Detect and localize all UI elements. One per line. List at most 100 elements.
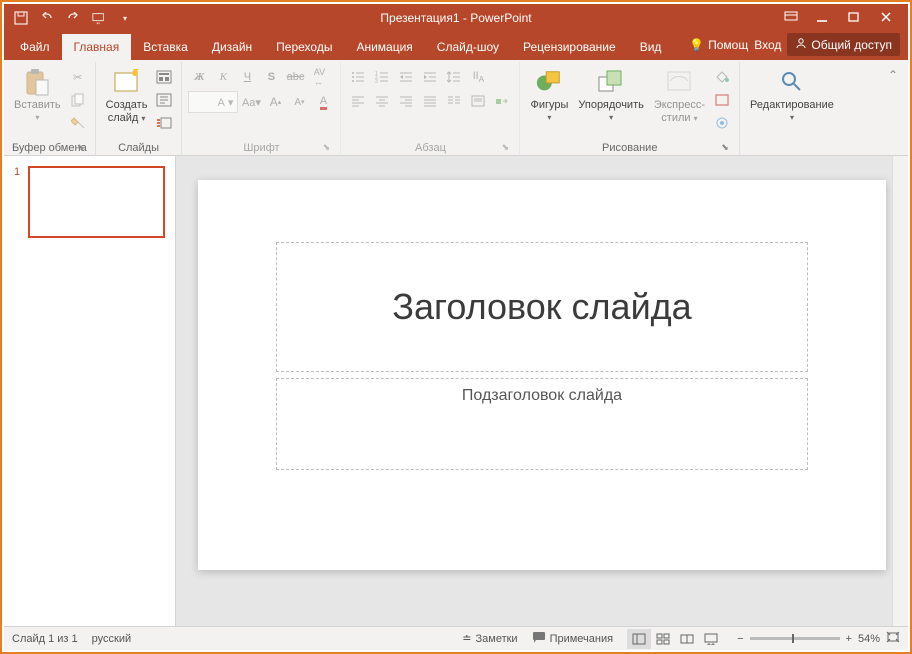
qat-customize-icon[interactable]: ▾ <box>118 11 132 25</box>
arrange-button[interactable]: Упорядочить▾ <box>574 64 647 136</box>
launcher-icon[interactable]: ⬊ <box>75 142 87 154</box>
new-slide-button[interactable]: Создать слайд ▾ <box>102 64 152 136</box>
normal-view-button[interactable] <box>627 629 651 649</box>
slideshow-view-button[interactable] <box>699 629 723 649</box>
tab-review[interactable]: Рецензирование <box>511 34 628 60</box>
shape-effects-button[interactable] <box>711 113 733 133</box>
spacing-icon: AV↔ <box>314 67 325 87</box>
zoom-slider[interactable] <box>750 637 840 640</box>
shadow-button[interactable]: S <box>260 67 282 87</box>
collapse-ribbon-icon[interactable]: ⌃ <box>888 62 908 155</box>
slide-thumbnail[interactable] <box>28 166 165 238</box>
cut-icon: ✂ <box>73 71 82 84</box>
line-spacing-button[interactable] <box>443 67 465 87</box>
comments-icon <box>532 631 546 646</box>
vertical-scrollbar[interactable] <box>892 156 908 626</box>
align-right-button[interactable] <box>395 91 417 111</box>
tab-animations[interactable]: Анимация <box>344 34 424 60</box>
font-family-select[interactable]: A ▾ <box>188 91 238 113</box>
align-text-icon <box>471 95 485 107</box>
language-button[interactable]: русский <box>92 633 131 645</box>
increase-indent-button[interactable] <box>419 67 441 87</box>
reset-icon <box>156 93 172 107</box>
signin-button[interactable]: Вход <box>754 38 781 52</box>
zoom-level[interactable]: 54% <box>858 633 880 645</box>
reset-button[interactable] <box>153 90 175 110</box>
bullets-button[interactable] <box>347 67 369 87</box>
section-button[interactable] <box>153 113 175 133</box>
minimize-icon[interactable] <box>816 11 830 25</box>
maximize-icon[interactable] <box>848 11 862 25</box>
ribbon-display-icon[interactable] <box>784 11 798 25</box>
paste-button[interactable]: Вставить▾ <box>10 64 65 136</box>
decrease-indent-button[interactable] <box>395 67 417 87</box>
tab-home[interactable]: Главная <box>62 34 132 60</box>
layout-button[interactable] <box>153 67 175 87</box>
bullets-icon <box>351 71 365 83</box>
tab-view[interactable]: Вид <box>628 34 674 60</box>
columns-button[interactable] <box>443 91 465 111</box>
align-left-button[interactable] <box>347 91 369 111</box>
justify-button[interactable] <box>419 91 441 111</box>
redo-icon[interactable] <box>66 11 80 25</box>
title-placeholder[interactable]: Заголовок слайда <box>276 242 808 372</box>
underline-button[interactable]: Ч <box>236 67 258 87</box>
tab-transitions[interactable]: Переходы <box>264 34 344 60</box>
shape-outline-button[interactable] <box>711 90 733 110</box>
shapes-button[interactable]: Фигуры▾ <box>526 64 572 136</box>
share-button[interactable]: Общий доступ <box>787 33 900 56</box>
quick-styles-button[interactable]: Экспресс- стили ▾ <box>650 64 709 136</box>
font-color-button[interactable]: A <box>312 92 334 112</box>
ribbon-tabs: Файл Главная Вставка Дизайн Переходы Ани… <box>4 32 908 60</box>
group-label: Шрифт <box>243 142 279 154</box>
close-icon[interactable] <box>880 11 894 25</box>
slide-thumbnail-row[interactable]: 1 <box>14 166 165 238</box>
smartart-button[interactable] <box>491 91 513 111</box>
tab-slideshow[interactable]: Слайд-шоу <box>425 34 511 60</box>
editing-button[interactable]: Редактирование▾ <box>746 64 838 136</box>
shrink-font-button[interactable]: A▾ <box>288 92 310 112</box>
reading-view-button[interactable] <box>675 629 699 649</box>
view-buttons <box>627 629 723 649</box>
comments-button[interactable]: Примечания <box>532 631 614 646</box>
align-text-button[interactable] <box>467 91 489 111</box>
tab-design[interactable]: Дизайн <box>200 34 264 60</box>
notes-button[interactable]: ≐Заметки <box>462 632 517 645</box>
launcher-icon[interactable]: ⬊ <box>499 142 511 154</box>
strike-button[interactable]: abc <box>284 67 306 87</box>
zoom-in-button[interactable]: + <box>846 633 852 645</box>
status-bar: Слайд 1 из 1 русский ≐Заметки Примечания… <box>4 626 908 650</box>
slide-counter[interactable]: Слайд 1 из 1 <box>12 633 78 645</box>
slide-canvas[interactable]: Заголовок слайда Подзаголовок слайда <box>176 156 908 626</box>
cut-button[interactable]: ✂ <box>67 67 89 87</box>
effects-icon <box>714 116 730 130</box>
numbering-button[interactable]: 123 <box>371 67 393 87</box>
undo-icon[interactable] <box>40 11 54 25</box>
format-painter-button[interactable] <box>67 113 89 133</box>
copy-icon <box>71 93 85 107</box>
change-case-button[interactable]: Aa▾ <box>240 92 262 112</box>
char-spacing-button[interactable]: AV↔ <box>308 67 330 87</box>
text-direction-button[interactable]: ⅠⅠA <box>467 67 489 87</box>
slide-page[interactable]: Заголовок слайда Подзаголовок слайда <box>198 180 886 570</box>
grow-font-button[interactable]: A▴ <box>264 92 286 112</box>
subtitle-placeholder[interactable]: Подзаголовок слайда <box>276 378 808 470</box>
tab-file[interactable]: Файл <box>8 34 62 60</box>
fit-window-button[interactable] <box>886 631 900 646</box>
copy-button[interactable] <box>67 90 89 110</box>
tab-insert[interactable]: Вставка <box>131 34 200 60</box>
start-slideshow-icon[interactable] <box>92 11 106 25</box>
save-icon[interactable] <box>14 11 28 25</box>
italic-button[interactable]: К <box>212 67 234 87</box>
launcher-icon[interactable]: ⬊ <box>320 142 332 154</box>
shape-fill-button[interactable] <box>711 67 733 87</box>
window-title: Презентация1 - PowerPoint <box>142 11 770 25</box>
sorter-view-button[interactable] <box>651 629 675 649</box>
bold-button[interactable]: Ж <box>188 67 210 87</box>
paste-icon <box>23 68 51 96</box>
launcher-icon[interactable]: ⬊ <box>719 142 731 154</box>
zoom-out-button[interactable]: − <box>737 633 743 645</box>
columns-icon <box>447 95 461 107</box>
tell-me-button[interactable]: 💡Помощ <box>689 38 748 52</box>
align-center-button[interactable] <box>371 91 393 111</box>
